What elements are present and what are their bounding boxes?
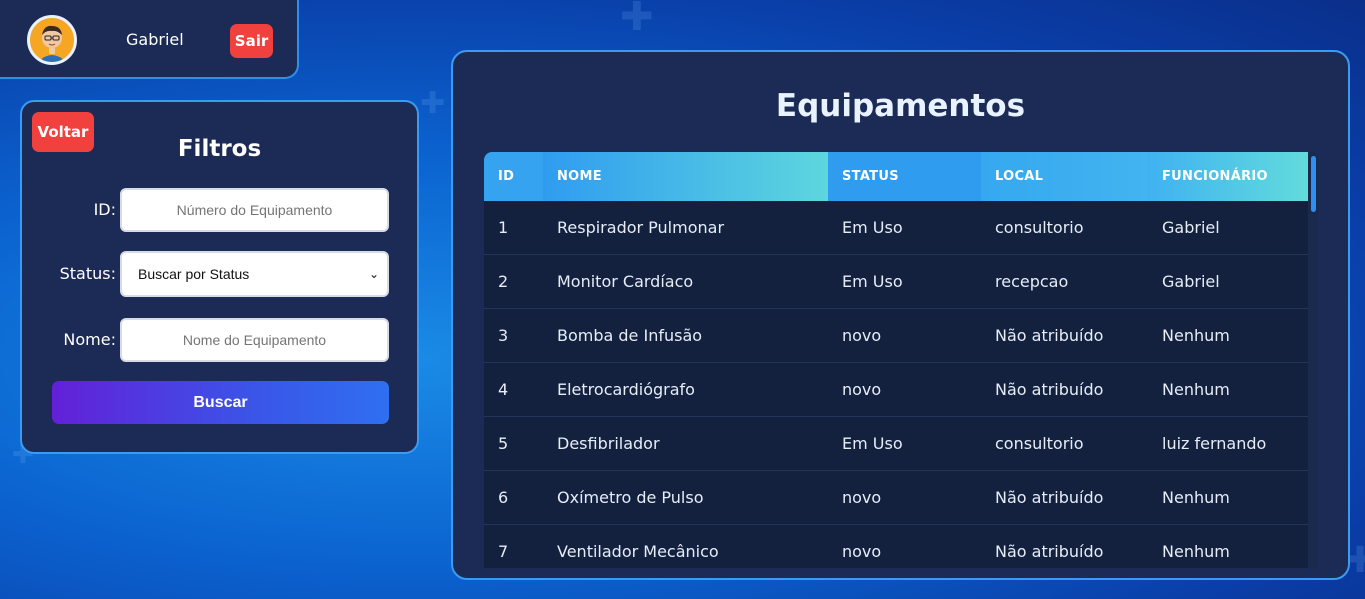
column-header-local: LOCAL (981, 152, 1148, 201)
column-header-status: STATUS (828, 152, 981, 201)
column-header-id: ID (484, 152, 543, 201)
cell-local: Não atribuído (995, 380, 1104, 399)
cell-id: 3 (498, 326, 509, 345)
cell-nome: Eletrocardiógrafo (557, 380, 695, 399)
table-scrollbar-thumb[interactable] (1311, 156, 1316, 212)
cell-local: recepcao (995, 272, 1069, 291)
background-cross-icon: ✚ (620, 0, 654, 40)
page-title: Equipamentos (775, 88, 1026, 124)
table-row[interactable]: 3 Bomba de Infusão novo Não atribuído Ne… (484, 309, 1308, 363)
cell-nome: Bomba de Infusão (557, 326, 703, 345)
cell-nome: Respirador Pulmonar (557, 218, 725, 237)
column-header-nome: NOME (543, 152, 828, 201)
cell-local: consultorio (995, 434, 1084, 453)
id-label: ID: (93, 200, 116, 219)
cell-local: Não atribuído (995, 326, 1104, 345)
cell-nome: Monitor Cardíaco (557, 272, 694, 291)
search-button[interactable]: Buscar (52, 381, 389, 424)
cell-funcionario: Gabriel (1162, 218, 1220, 237)
chevron-down-icon: ⌄ (368, 267, 379, 281)
user-avatar-icon (27, 15, 77, 65)
cell-status: novo (842, 326, 882, 345)
cell-id: 6 (498, 488, 509, 507)
user-bar: Gabriel Sair (0, 0, 299, 79)
equipment-panel: Equipamentos ID NOME STATUS LOCAL FUNCIO… (451, 50, 1350, 580)
cell-funcionario: Nenhum (1162, 488, 1230, 507)
status-select[interactable]: Buscar por Status ⌄ (120, 251, 389, 297)
cell-nome: Oxímetro de Pulso (557, 488, 704, 507)
cell-status: Em Uso (842, 218, 903, 237)
table-row[interactable]: 5 Desfibrilador Em Uso consultorio luiz … (484, 417, 1308, 471)
filters-title: Filtros (177, 136, 262, 162)
background-cross-icon: ✚ (420, 86, 446, 121)
table-row[interactable]: 4 Eletrocardiógrafo novo Não atribuído N… (484, 363, 1308, 417)
id-input[interactable] (120, 188, 389, 232)
cell-funcionario: Gabriel (1162, 272, 1220, 291)
status-select-value: Buscar por Status (138, 266, 250, 282)
cell-status: novo (842, 488, 882, 507)
cell-id: 4 (498, 380, 509, 399)
cell-funcionario: luiz fernando (1162, 434, 1267, 453)
cell-nome: Ventilador Mecânico (557, 542, 719, 561)
cell-funcionario: Nenhum (1162, 380, 1230, 399)
cell-status: novo (842, 542, 882, 561)
name-input[interactable] (120, 318, 389, 362)
cell-id: 5 (498, 434, 509, 453)
cell-local: consultorio (995, 218, 1084, 237)
table-body: 1 Respirador Pulmonar Em Uso consultorio… (484, 201, 1308, 568)
table-row[interactable]: 2 Monitor Cardíaco Em Uso recepcao Gabri… (484, 255, 1308, 309)
table-row[interactable]: 6 Oxímetro de Pulso novo Não atribuído N… (484, 471, 1308, 525)
name-label: Nome: (63, 330, 116, 349)
cell-id: 7 (498, 542, 509, 561)
cell-status: Em Uso (842, 272, 903, 291)
logout-button[interactable]: Sair (230, 24, 273, 58)
cell-id: 1 (498, 218, 509, 237)
column-header-funcionario: FUNCIONÁRIO (1148, 152, 1308, 201)
cell-id: 2 (498, 272, 509, 291)
cell-local: Não atribuído (995, 542, 1104, 561)
status-label: Status: (59, 264, 116, 283)
table-row[interactable]: 1 Respirador Pulmonar Em Uso consultorio… (484, 201, 1308, 255)
table-header: ID NOME STATUS LOCAL FUNCIONÁRIO (484, 152, 1308, 201)
filters-panel: Voltar Filtros ID: Status: Buscar por St… (20, 100, 419, 454)
cell-local: Não atribuído (995, 488, 1104, 507)
cell-status: novo (842, 380, 882, 399)
equipment-table: ID NOME STATUS LOCAL FUNCIONÁRIO 1 Respi… (484, 152, 1318, 568)
cell-status: Em Uso (842, 434, 903, 453)
cell-nome: Desfibrilador (557, 434, 660, 453)
username: Gabriel (126, 30, 184, 49)
cell-funcionario: Nenhum (1162, 542, 1230, 561)
table-row[interactable]: 7 Ventilador Mecânico novo Não atribuído… (484, 525, 1308, 568)
table-scrollbar[interactable] (1308, 152, 1318, 568)
cell-funcionario: Nenhum (1162, 326, 1230, 345)
